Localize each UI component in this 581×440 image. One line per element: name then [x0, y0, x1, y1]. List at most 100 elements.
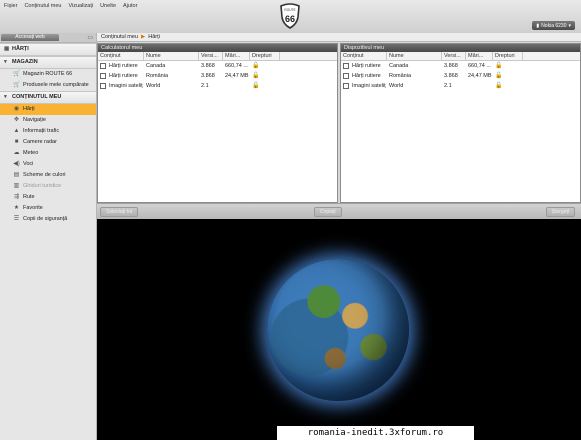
table-row[interactable]: Imagini sateliț World 2.1 🔓 — [98, 81, 337, 91]
star-icon: ★ — [13, 205, 20, 211]
col-content[interactable]: Conținut — [341, 52, 387, 60]
cell-content: Hărți rutiere — [352, 73, 381, 79]
cell-name: Canada — [146, 63, 166, 69]
lock-icon: 🔓 — [252, 63, 260, 69]
breadcrumb-current: Hărți — [148, 34, 160, 40]
camera-icon: ■ — [14, 139, 19, 145]
action-bar: Selectați tot Copiați Ștergeți — [97, 203, 581, 220]
cell-content: Hărți rutiere — [109, 63, 138, 69]
row-checkbox[interactable] — [100, 72, 106, 79]
col-rights[interactable]: Drepturi — [250, 52, 280, 60]
sidebar-item-label: Navigație — [23, 117, 46, 123]
table-row[interactable]: Hărți rutiere Canada 3.868 660,74 ... 🔓 — [341, 61, 580, 71]
section-my-content-label: CONȚINUTUL MEU — [12, 94, 62, 100]
cell-size: 24,47 MB — [468, 73, 492, 79]
row-checkbox[interactable] — [343, 82, 349, 89]
cell-name: Canada — [389, 63, 409, 69]
sidebar-item-navigation[interactable]: ✥ Navigație — [0, 115, 96, 126]
menu-my-content[interactable]: Conținutul meu — [24, 3, 61, 9]
sidebar-item-label: Informații trafic — [23, 128, 60, 134]
close-icon[interactable]: ▭ — [87, 34, 93, 41]
cell-name: World — [146, 83, 161, 89]
cell-size: 24,47 MB — [225, 73, 249, 79]
breadcrumb-root[interactable]: Conținutul meu — [101, 34, 138, 40]
lock-icon: 🔓 — [495, 83, 503, 89]
cell-content: Hărți rutiere — [109, 73, 138, 79]
section-shop[interactable]: ▾ MAGAZIN — [0, 56, 96, 69]
sidebar-item-label: Favorite — [23, 205, 43, 211]
chevron-down-icon: ▾ — [568, 22, 571, 29]
sidebar-item-speed-cameras[interactable]: ■ Camere radar — [0, 137, 96, 148]
row-checkbox[interactable] — [100, 82, 106, 89]
cell-content: Imagini sateliț — [352, 83, 386, 89]
col-rights[interactable]: Drepturi — [493, 52, 523, 60]
sidebar-item-label: Voci — [23, 161, 34, 167]
my-computer-panel: Calculatorul meu Conținut Nume Versi... … — [97, 43, 338, 203]
globe-icon: ◉ — [13, 106, 20, 112]
left-sidebar: Accesați web ▭ ▦ HĂRȚI ▾ MAGAZIN 🛒 Magazin … — [0, 33, 97, 440]
section-my-content[interactable]: ▾ CONȚINUTUL MEU — [0, 91, 96, 104]
menu-help[interactable]: Ajutor — [123, 3, 137, 9]
sidebar-item-backups[interactable]: ☰ Copii de siguranță — [0, 214, 96, 225]
col-version[interactable]: Versi... — [442, 52, 466, 60]
table-row[interactable]: Hărți rutiere România 3.868 24,47 MB 🔓 — [341, 71, 580, 81]
sidebar-item-favorites[interactable]: ★ Favorite — [0, 203, 96, 214]
cell-size — [466, 81, 493, 91]
sidebar-item-color-schemes[interactable]: ▤ Scheme de culori — [0, 170, 96, 181]
device-name: Nokia 6230 — [541, 22, 567, 29]
sidebar-item-label: Hărți — [23, 106, 35, 112]
cell-content: Hărți rutiere — [352, 63, 381, 69]
my-device-panel: Dispozitivul meu Conținut Nume Versi... … — [340, 43, 581, 203]
section-shop-label: MAGAZIN — [12, 59, 38, 65]
compass-icon: ✥ — [13, 117, 20, 123]
col-name[interactable]: Nume — [144, 52, 199, 60]
menu-tools[interactable]: Unelte — [100, 3, 116, 9]
collapse-icon: ▾ — [4, 59, 7, 65]
sidebar-item-label: Camere radar — [23, 139, 57, 145]
sidebar-item-routes[interactable]: ⇶ Rute — [0, 192, 96, 203]
svg-text:66: 66 — [285, 14, 295, 24]
col-content[interactable]: Conținut — [98, 52, 144, 60]
device-selector-button[interactable]: ▮ Nokia 6230 ▾ — [532, 21, 575, 30]
sidebar-item-route66-shop[interactable]: 🛒 Magazin ROUTE 66 — [0, 69, 96, 80]
lock-icon: 🔓 — [495, 63, 503, 69]
earth-globe-image — [267, 259, 409, 401]
col-name[interactable]: Nume — [387, 52, 442, 60]
sidebar-item-label: Magazin ROUTE 66 — [23, 71, 73, 77]
backup-icon: ☰ — [13, 216, 20, 222]
panel-title: Dispozitivul meu — [341, 44, 580, 52]
sidebar-item-label: Meteo — [23, 150, 39, 156]
row-checkbox[interactable] — [343, 72, 349, 79]
sidebar-item-weather[interactable]: ☁ Meteo — [0, 148, 96, 159]
menu-file[interactable]: Fișier — [4, 3, 17, 9]
table-header: Conținut Nume Versi... Mări... Drepturi — [341, 52, 580, 61]
col-size[interactable]: Mări... — [223, 52, 250, 60]
breadcrumb: Conținutul meu ▶ Hărți — [97, 33, 581, 42]
sidebar-item-traffic[interactable]: ▲ Informații trafic — [0, 126, 96, 137]
table-row[interactable]: Imagini sateliț World 2.1 🔓 — [341, 81, 580, 91]
table-row[interactable]: Hărți rutiere România 3.868 24,47 MB 🔓 — [98, 71, 337, 81]
cell-name: România — [146, 73, 169, 79]
col-size[interactable]: Mări... — [466, 52, 493, 60]
cell-size: 660,74 ... — [225, 63, 248, 69]
section-maps-label: HĂRȚI — [12, 46, 29, 52]
delete-button[interactable]: Ștergeți — [545, 207, 575, 217]
table-row[interactable]: Hărți rutiere Canada 3.868 660,74 ... 🔓 — [98, 61, 337, 71]
col-version[interactable]: Versi... — [199, 52, 223, 60]
sidebar-item-purchased[interactable]: 🛒 Produsele mele cumpărate — [0, 80, 96, 91]
copy-button[interactable]: Copiați — [314, 207, 342, 217]
select-all-button[interactable]: Selectați tot — [100, 207, 139, 217]
row-checkbox[interactable] — [100, 62, 106, 69]
sidebar-item-voices[interactable]: ◀) Voci — [0, 159, 96, 170]
row-checkbox[interactable] — [343, 62, 349, 69]
access-web-bar: Accesați web ▭ — [0, 33, 96, 43]
menu-view[interactable]: Vizualizați — [68, 3, 93, 9]
weather-icon: ☁ — [13, 150, 20, 156]
lock-icon: 🔓 — [495, 73, 503, 79]
access-web-tab[interactable]: Accesați web — [1, 34, 59, 41]
section-maps[interactable]: ▦ HĂRȚI — [0, 43, 96, 56]
cell-version: 3.868 — [444, 63, 458, 69]
sidebar-item-label: Scheme de culori — [23, 172, 66, 178]
sidebar-item-maps[interactable]: ◉ Hărți — [0, 104, 96, 115]
route-icon: ⇶ — [13, 194, 20, 200]
